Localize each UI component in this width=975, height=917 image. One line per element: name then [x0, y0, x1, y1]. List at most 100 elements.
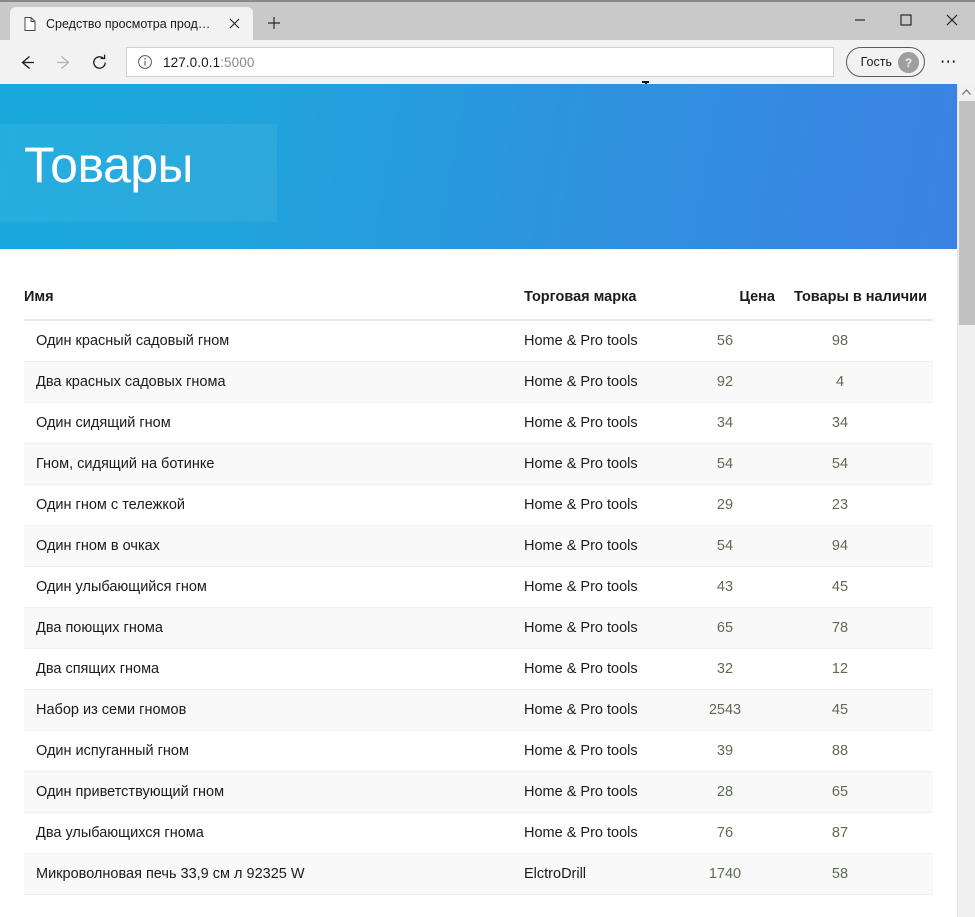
cell-name: Два спящих гнома	[24, 648, 524, 690]
reload-button[interactable]	[82, 45, 116, 79]
column-header-name[interactable]: Имя	[24, 249, 524, 321]
cell-price: 43	[699, 566, 789, 608]
cell-name: Один испуганный гном	[24, 730, 524, 772]
cell-stock: 88	[789, 730, 933, 772]
table-row[interactable]: Один приветствующий гном Home & Pro tools…	[24, 771, 933, 813]
tab-title: Средство просмотра продуктов	[46, 16, 215, 31]
page-title: Товары	[24, 137, 194, 193]
page-viewport: Товары Имя Торговая марка Цена Товары в …	[0, 84, 975, 917]
cell-stock: 23	[789, 484, 933, 526]
table-row[interactable]: Набор из семи гномов Home & Pro tools 2543…	[24, 689, 933, 731]
cell-brand: ElctroDrill	[524, 853, 699, 895]
profile-label: Гость	[860, 55, 892, 69]
cell-name: Один гном в очках	[24, 525, 524, 567]
address-bar[interactable]: 127.0.0.1:5000	[126, 47, 834, 77]
column-header-price[interactable]: Цена	[699, 249, 789, 321]
browser-window: Средство просмотра продуктов 127.0.0.1:5…	[0, 0, 975, 917]
cell-stock: 54	[789, 443, 933, 485]
cell-name: Один приветствующий гном	[24, 771, 524, 813]
tab-strip: Средство просмотра продуктов	[0, 0, 289, 40]
profile-button[interactable]: Гость ?	[845, 47, 925, 77]
scroll-up-button[interactable]	[958, 84, 975, 101]
more-options-button[interactable]: ⋯	[933, 46, 965, 78]
cell-name: Один сидящий гном	[24, 402, 524, 444]
cell-price: 54	[699, 443, 789, 485]
table-header-row: Имя Торговая марка Цена Товары в наличии	[24, 249, 933, 321]
table-row[interactable]: Один испуганный гном Home & Pro tools 39 88	[24, 730, 933, 772]
new-tab-button[interactable]	[259, 8, 289, 38]
url-text: 127.0.0.1:5000	[163, 55, 255, 70]
svg-text:?: ?	[905, 56, 912, 70]
cell-price: 92	[699, 361, 789, 403]
cell-stock: 45	[789, 566, 933, 608]
cell-name: Два поющих гнома	[24, 607, 524, 649]
forward-button[interactable]	[46, 45, 80, 79]
info-icon[interactable]	[137, 54, 153, 70]
table-row[interactable]: Два поющих гнома Home & Pro tools 65 78	[24, 607, 933, 649]
cell-brand: Home & Pro tools	[524, 771, 699, 813]
table-head: Имя Торговая марка Цена Товары в наличии	[24, 249, 933, 321]
table-row[interactable]: Один сидящий гном Home & Pro tools 34 34	[24, 402, 933, 444]
guest-avatar-icon: ?	[898, 51, 919, 73]
cell-brand: Home & Pro tools	[524, 402, 699, 444]
cell-name: Два улыбающихся гнома	[24, 812, 524, 854]
table-row[interactable]: Один гном с тележкой Home & Pro tools 29 23	[24, 484, 933, 526]
close-window-button[interactable]	[929, 4, 975, 36]
column-header-brand[interactable]: Торговая марка	[524, 249, 699, 321]
table-row[interactable]: Гном, сидящий на ботинке Home & Pro tools…	[24, 443, 933, 485]
cell-stock: 65	[789, 771, 933, 813]
cell-stock: 58	[789, 853, 933, 895]
cell-brand: Home & Pro tools	[524, 566, 699, 608]
products-table-container: Имя Торговая марка Цена Товары в наличии…	[0, 249, 957, 895]
cell-price: 76	[699, 812, 789, 854]
url-host: 127.0.0.1	[163, 54, 221, 70]
cell-brand: Home & Pro tools	[524, 648, 699, 690]
cell-name: Один улыбающийся гном	[24, 566, 524, 608]
cell-brand: Home & Pro tools	[524, 443, 699, 485]
cell-price: 29	[699, 484, 789, 526]
cell-price: 65	[699, 607, 789, 649]
browser-tab[interactable]: Средство просмотра продуктов	[10, 7, 253, 40]
minimize-button[interactable]	[837, 4, 883, 36]
table-row[interactable]: Два улыбающихся гнома Home & Pro tools 76 8…	[24, 812, 933, 854]
column-header-stock[interactable]: Товары в наличии	[789, 249, 933, 321]
scrollbar-thumb[interactable]	[959, 101, 975, 325]
cell-price: 39	[699, 730, 789, 772]
browser-titlebar: Средство просмотра продуктов	[0, 0, 975, 40]
back-button[interactable]	[10, 45, 44, 79]
cell-stock: 4	[789, 361, 933, 403]
cell-brand: Home & Pro tools	[524, 689, 699, 731]
cell-price: 1740	[699, 853, 789, 895]
cell-stock: 12	[789, 648, 933, 690]
cell-brand: Home & Pro tools	[524, 361, 699, 403]
page-icon	[22, 16, 38, 32]
cell-brand: Home & Pro tools	[524, 607, 699, 649]
cell-price: 34	[699, 402, 789, 444]
maximize-button[interactable]	[883, 4, 929, 36]
table-row[interactable]: Один улыбающийся гном Home & Pro tools 43 4…	[24, 566, 933, 608]
products-table: Имя Торговая марка Цена Товары в наличии…	[24, 249, 933, 895]
browser-toolbar: 127.0.0.1:5000 Гость ? ⋯	[0, 40, 975, 99]
table-row[interactable]: Два красных садовых гнома Home & Pro tool…	[24, 361, 933, 403]
cell-brand: Home & Pro tools	[524, 525, 699, 567]
cell-stock: 94	[789, 525, 933, 567]
url-port: :5000	[220, 54, 255, 70]
page-scrollbar[interactable]	[957, 84, 975, 917]
cell-stock: 98	[789, 320, 933, 362]
cell-brand: Home & Pro tools	[524, 730, 699, 772]
table-row[interactable]: Микроволновая печь 33,9 см л 92325 W Elct…	[24, 853, 933, 895]
table-body: Один красный садовый гном Home & Pro tool…	[24, 320, 933, 895]
cell-name: Один красный садовый гном	[24, 320, 524, 362]
cell-price: 2543	[699, 689, 789, 731]
cell-stock: 87	[789, 812, 933, 854]
cell-name: Гном, сидящий на ботинке	[24, 443, 524, 485]
web-page: Товары Имя Торговая марка Цена Товары в …	[0, 84, 957, 917]
table-row[interactable]: Один красный садовый гном Home & Pro tool…	[24, 320, 933, 362]
cell-stock: 45	[789, 689, 933, 731]
cell-stock: 78	[789, 607, 933, 649]
cell-brand: Home & Pro tools	[524, 812, 699, 854]
cell-price: 54	[699, 525, 789, 567]
table-row[interactable]: Один гном в очках Home & Pro tools 54 94	[24, 525, 933, 567]
close-tab-icon[interactable]	[223, 13, 245, 35]
table-row[interactable]: Два спящих гнома Home & Pro tools 32 12	[24, 648, 933, 690]
